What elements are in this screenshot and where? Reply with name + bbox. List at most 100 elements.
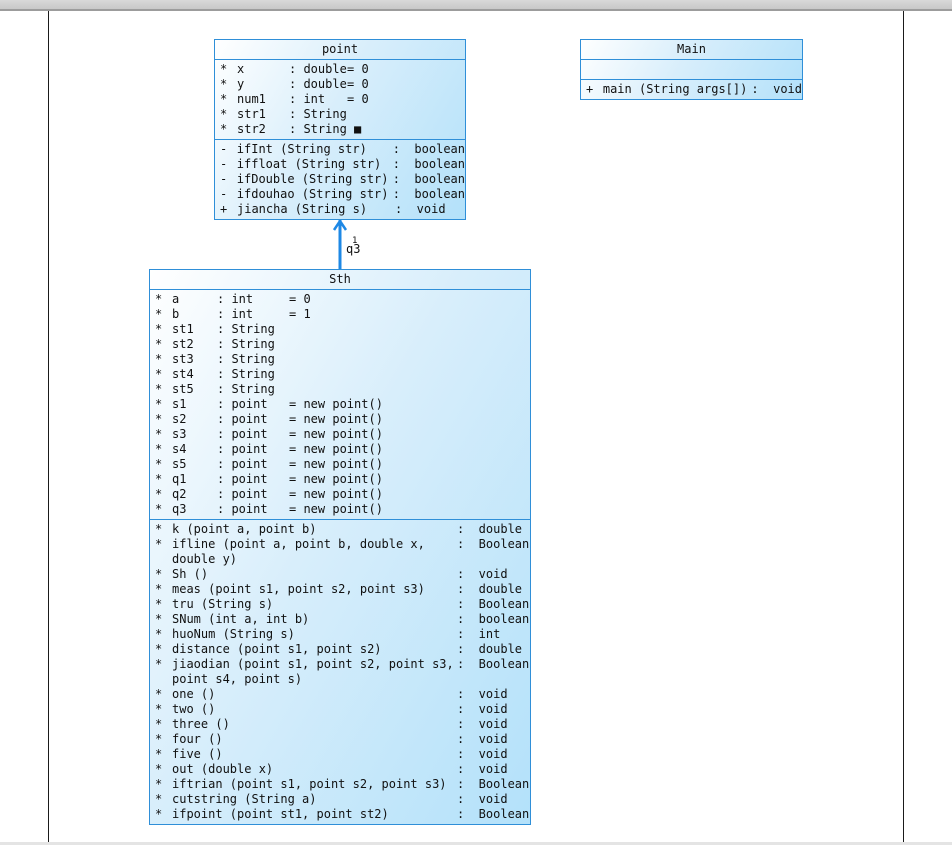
attribute-name: q3 [172, 502, 187, 516]
method-visibility: * [155, 702, 163, 716]
method-return-type: : void [457, 732, 508, 746]
method-row: * one (): void [155, 687, 530, 702]
diagram-right-border [903, 11, 904, 845]
method-row: * tru (String s): Boolean [155, 597, 530, 612]
method-signature: SNum (int a, int b) [172, 612, 310, 626]
attribute-type: : String [217, 367, 275, 381]
class-main[interactable]: Main + main (String args[]): void [580, 39, 803, 100]
method-signature: jiancha (String s) [237, 202, 368, 216]
method-row: - ifInt (String str): boolean [220, 142, 465, 157]
method-row: * five () : void [155, 747, 530, 762]
attribute-default: = 0 [347, 77, 369, 91]
method-signature: one () [172, 687, 216, 701]
method-visibility: + [220, 202, 228, 216]
attribute-visibility: * [155, 292, 163, 306]
attribute-type: : point [217, 427, 268, 441]
method-visibility: * [155, 807, 163, 821]
attribute-visibility: * [220, 107, 228, 121]
method-signature: jiaodian (point s1, point s2, point s3, … [172, 657, 454, 686]
method-signature: five () [172, 747, 223, 761]
method-row: * Sh (): void [155, 567, 530, 582]
attribute-row: * st1: String [155, 322, 530, 337]
method-return-type: : Boolean [457, 597, 530, 611]
attribute-name: q1 [172, 472, 187, 486]
method-return-type: : void [457, 687, 508, 701]
attribute-name: x [237, 62, 245, 76]
method-signature: cutstring (String a) [172, 792, 317, 806]
attribute-name: s3 [172, 427, 187, 441]
attribute-type: : String [217, 352, 275, 366]
method-return-type: : boolean [392, 172, 465, 186]
attribute-type: : point [217, 487, 268, 501]
attribute-type: : int [217, 307, 254, 321]
attribute-type: : point [217, 397, 268, 411]
attribute-visibility: * [155, 352, 163, 366]
method-row: * four (): void [155, 732, 530, 747]
method-return-type: : void [457, 747, 508, 761]
attribute-visibility: * [220, 92, 228, 106]
method-return-type: : Boolean [457, 807, 530, 821]
method-signature: two () [172, 702, 216, 716]
method-visibility: * [155, 717, 163, 731]
method-visibility: * [155, 582, 163, 596]
class-sth[interactable]: Sth * a: int = 0 * b: int = 1 * st1: String * st2… [149, 269, 531, 825]
attribute-type: : String [217, 322, 275, 336]
method-signature: out (double x) [172, 762, 274, 776]
method-visibility: * [155, 612, 163, 626]
method-visibility: - [220, 142, 228, 156]
attribute-name: s2 [172, 412, 187, 426]
attribute-visibility: * [155, 412, 163, 426]
attribute-type: : point [217, 442, 268, 456]
association-multiplicity: 1 [352, 236, 358, 246]
attribute-default: = new point() [289, 427, 383, 441]
method-row: * ifpoint (point st1, point st2) : Boolean [155, 807, 530, 822]
method-return-type: : void [457, 717, 508, 731]
attribute-row: * st4: String [155, 367, 530, 382]
attribute-visibility: * [220, 62, 228, 76]
method-row: * k (point a, point b): double [155, 522, 530, 537]
method-signature: Sh () [172, 567, 209, 581]
attribute-type: : String ■ [289, 122, 362, 136]
method-visibility: - [220, 187, 228, 201]
method-signature: ifInt (String str) [236, 142, 367, 156]
attribute-name: st4 [172, 367, 194, 381]
attribute-row: * q2: point = new point() [155, 487, 530, 502]
method-visibility: * [155, 747, 163, 761]
attribute-default: = 0 [289, 292, 311, 306]
class-point[interactable]: point * x: double = 0 * y: double = 0 * num1: i… [214, 39, 466, 220]
attribute-default: = 1 [289, 307, 311, 321]
attribute-default: = new point() [289, 412, 383, 426]
method-signature: ifpoint (point st1, point st2) [172, 807, 389, 821]
attribute-visibility: * [155, 382, 163, 396]
attribute-type: : point [217, 502, 268, 516]
method-signature: three () [172, 717, 230, 731]
method-return-type: : void [457, 762, 508, 776]
method-visibility: * [155, 762, 163, 776]
method-visibility: * [155, 627, 163, 641]
method-signature: distance (point s1, point s2) [172, 642, 382, 656]
attribute-row: * x: double = 0 [220, 62, 465, 77]
method-return-type: : double [457, 642, 523, 656]
attribute-visibility: * [155, 442, 163, 456]
method-row: * SNum (int a, int b): boolean [155, 612, 530, 627]
attribute-name: st3 [172, 352, 194, 366]
attribute-name: q2 [172, 487, 187, 501]
attribute-row: * s1: point = new point() [155, 397, 530, 412]
method-signature: ifdouhao (String str) [236, 187, 389, 201]
attribute-type: : double [289, 62, 347, 76]
method-return-type: : double [457, 522, 523, 536]
attribute-name: st5 [172, 382, 194, 396]
method-return-type: : void [457, 567, 508, 581]
attributes-section: * x: double = 0 * y: double = 0 * num1: int = 0 *… [215, 60, 465, 140]
attribute-visibility: * [155, 472, 163, 486]
method-return-type: : Boolean [457, 777, 530, 791]
attribute-name: y [237, 77, 245, 91]
method-row: * out (double x) : void [155, 762, 530, 777]
method-return-type: : double [457, 582, 523, 596]
method-visibility: * [155, 642, 163, 656]
attribute-visibility: * [155, 322, 163, 336]
attribute-row: * q3: point = new point() [155, 502, 530, 517]
method-row: * cutstring (String a): void [155, 792, 530, 807]
attribute-type: : int [217, 292, 254, 306]
method-return-type: : Boolean [457, 537, 530, 551]
